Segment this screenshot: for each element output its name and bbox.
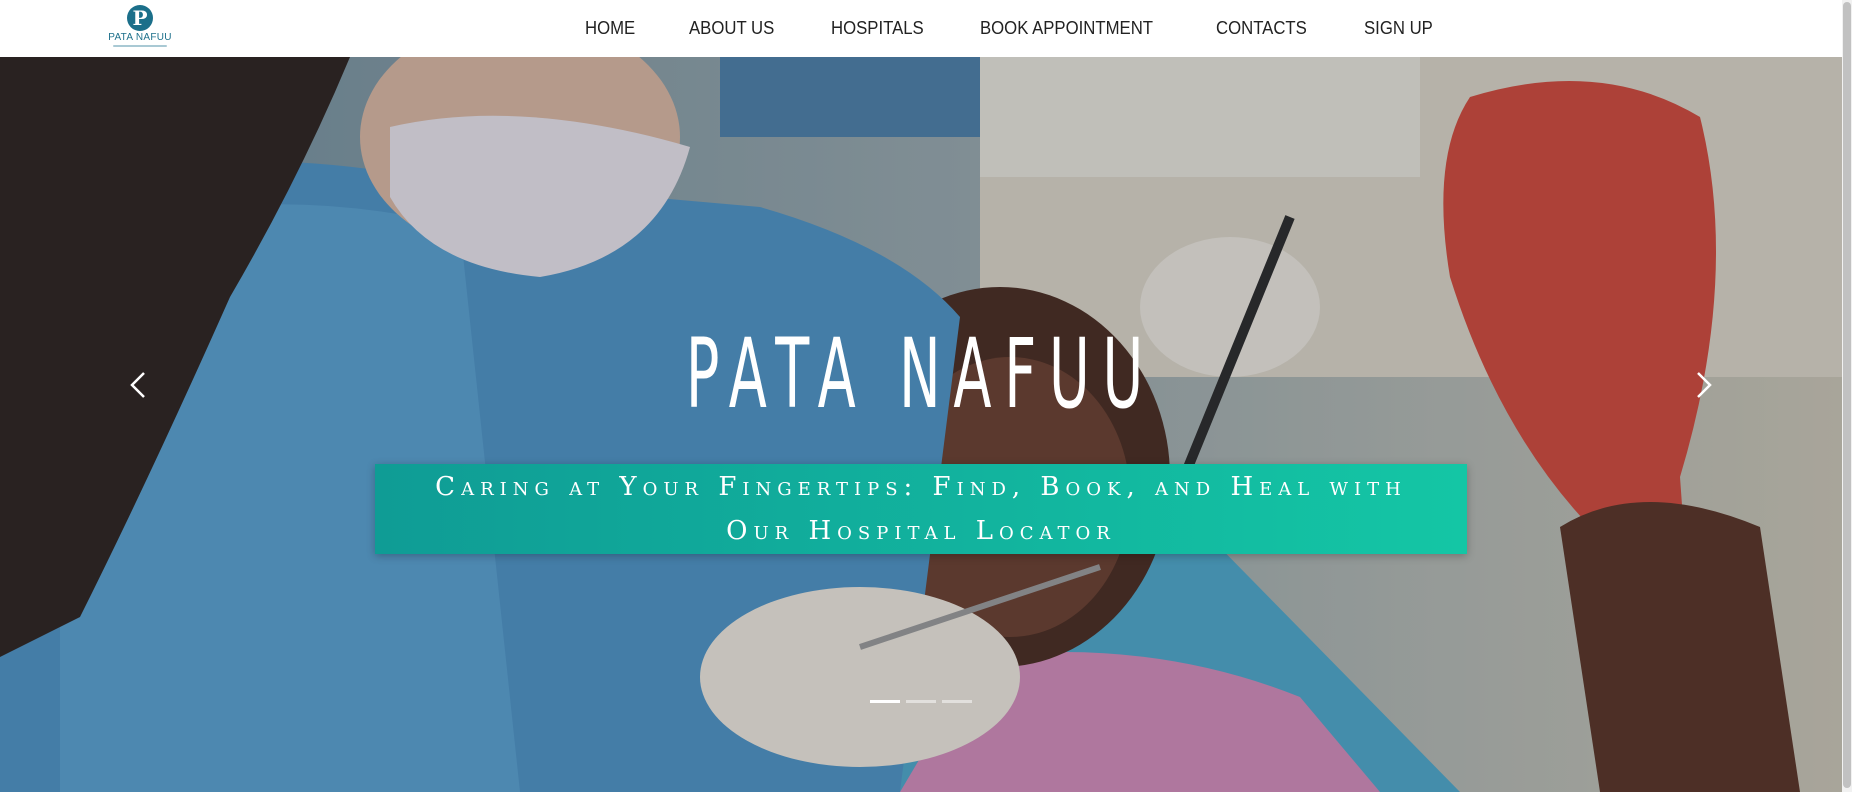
hero-subtitle-banner: Caring at Your Fingertips: Find, Book, a… — [375, 464, 1467, 554]
carousel-indicator-2[interactable] — [906, 700, 936, 703]
hero-carousel: PATA NAFUU Caring at Your Fingertips: Fi… — [0, 57, 1842, 792]
logo-tagline-decoration — [113, 45, 167, 47]
carousel-next-button[interactable] — [1686, 367, 1722, 403]
chevron-right-icon — [1697, 372, 1712, 398]
chevron-left-icon — [130, 372, 145, 398]
svg-text:P: P — [132, 6, 147, 30]
logo-p-icon: P — [127, 5, 153, 31]
carousel-prev-button[interactable] — [120, 367, 156, 403]
carousel-indicators — [870, 700, 978, 703]
carousel-indicator-1[interactable] — [870, 700, 900, 703]
nav-contacts[interactable]: CONTACTS — [1216, 18, 1307, 39]
nav-book-appointment[interactable]: BOOK APPOINTMENT — [980, 18, 1153, 39]
main-nav: HOME ABOUT US HOSPITALS BOOK APPOINTMENT… — [585, 0, 1438, 57]
nav-sign-up[interactable]: SIGN UP — [1364, 18, 1433, 39]
nav-home[interactable]: HOME — [585, 18, 635, 39]
hero-title: PATA NAFUU — [685, 318, 1157, 430]
hero-subtitle: Caring at Your Fingertips: Find, Book, a… — [435, 472, 1407, 546]
site-header: P PATA NAFUU HOME ABOUT US HOSPITALS BOO… — [0, 0, 1842, 57]
carousel-indicator-3[interactable] — [942, 700, 972, 703]
nav-hospitals[interactable]: HOSPITALS — [831, 18, 924, 39]
site-logo[interactable]: P PATA NAFUU — [108, 4, 172, 52]
nav-about-us[interactable]: ABOUT US — [689, 18, 774, 39]
page: P PATA NAFUU HOME ABOUT US HOSPITALS BOO… — [0, 0, 1852, 792]
logo-text: PATA NAFUU — [108, 32, 172, 43]
scrollbar-thumb[interactable] — [1843, 2, 1851, 788]
page-scrollbar[interactable] — [1842, 0, 1852, 792]
